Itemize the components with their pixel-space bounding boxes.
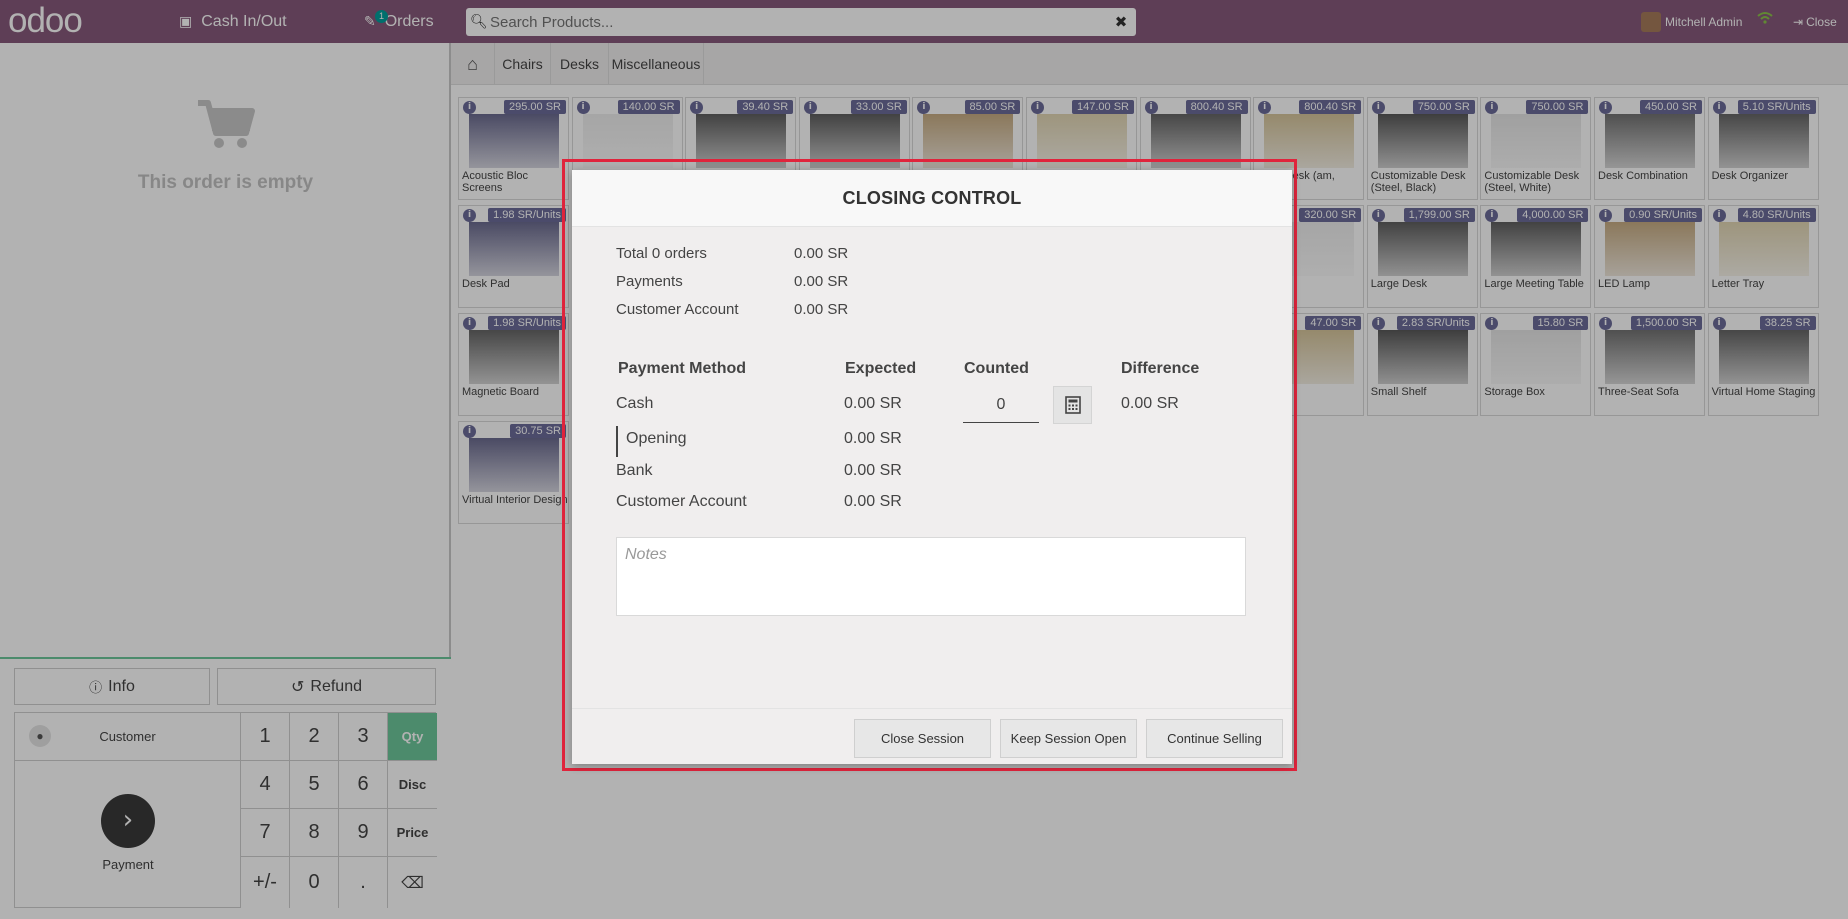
summary-label: Customer Account (616, 301, 739, 318)
expected-opening: 0.00 SR (844, 430, 902, 447)
summary-row: Payments 0.00 SR (616, 273, 848, 290)
difference-header: Difference (1121, 360, 1200, 377)
summary-label: Payments (616, 273, 683, 290)
method-opening: Opening (626, 430, 687, 447)
summary-row: Customer Account 0.00 SR (616, 301, 848, 318)
keep-session-open-button[interactable]: Keep Session Open (1000, 719, 1137, 758)
summary-row: Total 0 orders 0.00 SR (616, 245, 848, 262)
counted-header: Counted (964, 360, 1029, 377)
continue-selling-button[interactable]: Continue Selling (1146, 719, 1283, 758)
dialog-footer: Close Session Keep Session Open Continue… (572, 708, 1292, 764)
summary-value: 0.00 SR (794, 245, 849, 262)
opening-indent-bar (616, 426, 618, 457)
dialog-title: CLOSING CONTROL (572, 170, 1292, 227)
expected-header: Expected (845, 360, 917, 377)
payment-method-header: Payment Method (618, 360, 747, 377)
expected-bank: 0.00 SR (844, 462, 902, 479)
summary-label: Total 0 orders (616, 245, 707, 262)
method-customer-account: Customer Account (616, 493, 747, 510)
summary-value: 0.00 SR (794, 273, 849, 290)
method-bank: Bank (616, 462, 653, 479)
expected-customer-account: 0.00 SR (844, 493, 902, 510)
difference-cash: 0.00 SR (1121, 395, 1179, 412)
method-cash: Cash (616, 395, 654, 412)
calculator-icon[interactable] (1053, 386, 1092, 424)
closing-control-dialog: CLOSING CONTROL Total 0 orders 0.00 SR P… (572, 170, 1292, 764)
counted-cash-input[interactable]: 0 (963, 387, 1039, 423)
close-session-button[interactable]: Close Session (854, 719, 991, 758)
expected-cash: 0.00 SR (844, 395, 902, 412)
notes-textarea[interactable]: Notes (616, 537, 1246, 616)
summary-value: 0.00 SR (794, 301, 849, 318)
